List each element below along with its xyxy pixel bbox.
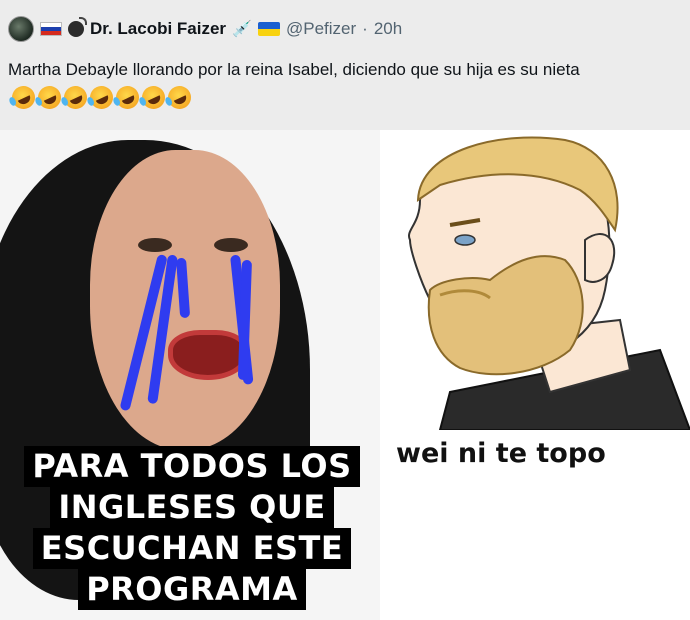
- tweet-header: Dr. Lacobi Faizer 💉 @Pefizer · 20h Marth…: [0, 0, 690, 130]
- emoji-row: [8, 82, 195, 113]
- face-with-tears-of-joy-rotated-icon: [138, 82, 169, 113]
- right-eye: [214, 238, 248, 252]
- face-with-tears-of-joy-rotated-icon: [86, 82, 117, 113]
- bomb-icon: [68, 17, 87, 37]
- caption-line: ESCUCHAN ESTE: [32, 528, 352, 569]
- syringe-icon: 💉: [232, 21, 252, 38]
- display-name[interactable]: Dr. Lacobi Faizer: [90, 19, 226, 39]
- meme-image[interactable]: PARA TODOS LOS INGLESES QUE ESCUCHAN EST…: [0, 130, 690, 620]
- face-with-tears-of-joy-rotated-icon: [60, 82, 91, 113]
- face-with-tears-of-joy-rotated-icon: [8, 82, 39, 113]
- tweet-author-row[interactable]: Dr. Lacobi Faizer 💉 @Pefizer · 20h: [8, 16, 402, 42]
- mouth: [168, 330, 248, 380]
- crying-woman-panel: PARA TODOS LOS INGLESES QUE ESCUCHAN EST…: [0, 130, 380, 620]
- face-with-tears-of-joy-rotated-icon: [164, 82, 195, 113]
- separator: ·: [362, 19, 368, 38]
- tweet-body: Martha Debayle llorando por la reina Isa…: [8, 60, 580, 79]
- handle[interactable]: @Pefizer: [286, 19, 356, 39]
- timestamp[interactable]: 20h: [374, 19, 402, 39]
- face-with-tears-of-joy-rotated-icon: [112, 82, 143, 113]
- left-caption: PARA TODOS LOS INGLESES QUE ESCUCHAN EST…: [8, 446, 376, 610]
- right-caption: wei ni te topo: [396, 438, 606, 469]
- tweet-text: Martha Debayle llorando por la reina Isa…: [8, 56, 683, 113]
- face-with-tears-of-joy-rotated-icon: [34, 82, 65, 113]
- russia-flag-icon: [40, 22, 62, 36]
- avatar[interactable]: [8, 16, 34, 42]
- ukraine-flag-icon: [257, 22, 280, 36]
- left-eye: [138, 238, 172, 252]
- caption-line: PROGRAMA: [78, 569, 306, 610]
- chad-illustration: [408, 136, 690, 430]
- yes-chad-panel: [380, 130, 690, 490]
- caption-line: PARA TODOS LOS: [24, 446, 360, 487]
- caption-line: INGLESES QUE: [50, 487, 334, 528]
